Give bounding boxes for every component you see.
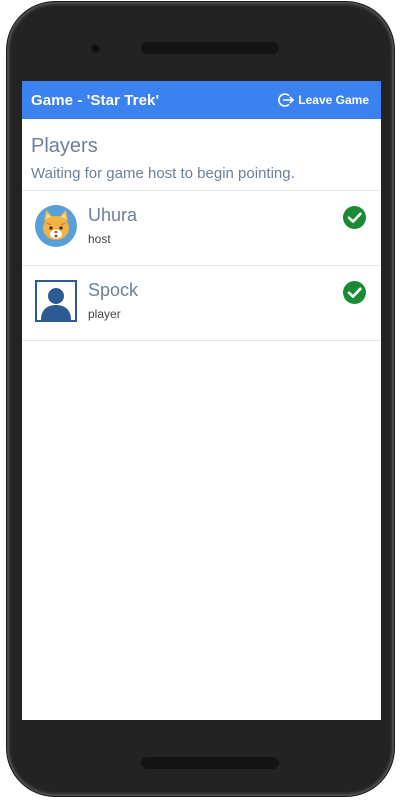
check-circle-icon	[343, 281, 366, 304]
bottom-speaker	[141, 757, 279, 769]
leave-game-button[interactable]: Leave Game	[278, 92, 369, 108]
person-avatar-icon	[35, 280, 77, 322]
player-role: player	[88, 307, 121, 321]
phone-frame: Game - 'Star Trek' Leave Game Players Wa…	[7, 2, 394, 796]
top-speaker	[141, 42, 279, 54]
player-list: Uhura host Spock player	[22, 190, 381, 341]
app-bar: Game - 'Star Trek' Leave Game	[22, 81, 381, 119]
game-title: Game - 'Star Trek'	[31, 91, 160, 109]
player-row-spock[interactable]: Spock player	[22, 266, 381, 341]
front-camera	[91, 44, 100, 53]
cat-avatar-icon	[35, 205, 77, 247]
waiting-status: Waiting for game host to begin pointing.	[31, 165, 295, 182]
exit-icon	[278, 92, 295, 108]
app-screen: Game - 'Star Trek' Leave Game Players Wa…	[22, 81, 381, 720]
players-heading: Players	[31, 135, 98, 157]
check-circle-icon	[343, 206, 366, 229]
leave-game-label: Leave Game	[298, 93, 369, 107]
player-row-uhura[interactable]: Uhura host	[22, 191, 381, 266]
player-role: host	[88, 232, 111, 246]
player-name: Spock	[88, 280, 139, 300]
player-name: Uhura	[88, 205, 138, 225]
